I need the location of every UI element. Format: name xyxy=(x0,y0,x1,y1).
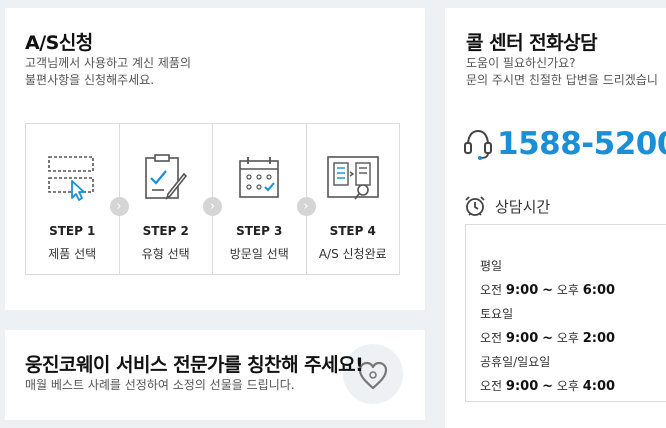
praise-description: 매월 베스트 사례를 선정하여 소정의 선물을 드립니다. xyxy=(25,378,295,392)
alarm-clock-icon xyxy=(465,196,485,216)
step-number: STEP 4 xyxy=(329,224,376,238)
chevron-right-icon: › xyxy=(296,197,316,216)
step-number: STEP 2 xyxy=(142,224,189,238)
call-title: 콜 센터 전화상담 xyxy=(466,32,598,54)
as-request-card: A/S신청 고객님께서 사용하고 계신 제품의 불편사항을 신청해주세요. ST… xyxy=(5,8,425,310)
step-label: 제품 선택 xyxy=(48,247,97,261)
hours-day: 토요일 xyxy=(480,307,514,321)
hours-box: 평일 오전 9:00 ~ 오후 6:00 토요일 오전 9:00 ~ 오후 2:… xyxy=(465,224,666,402)
hours-time: 오전 9:00 ~ 오후 2:00 xyxy=(480,331,616,346)
step-number: STEP 3 xyxy=(236,224,283,238)
step-label: 방문일 선택 xyxy=(229,247,289,261)
hours-header: 상담시간 xyxy=(463,194,550,218)
step-product-select[interactable]: STEP 1 제품 선택 › xyxy=(26,124,129,274)
praise-title: 웅진코웨이 서비스 전문가를 칭찬해 주세요! xyxy=(25,354,364,376)
step-type-select[interactable]: STEP 2 유형 선택 › xyxy=(120,124,222,274)
clipboard-check-icon xyxy=(144,154,187,200)
as-description-line1: 고객님께서 사용하고 계신 제품의 xyxy=(25,56,192,70)
step-number: STEP 1 xyxy=(49,224,96,238)
hours-day: 공휴일/일요일 xyxy=(480,355,551,369)
step-label: A/S 신청완료 xyxy=(318,247,387,261)
call-description-line2: 문의 주시면 친절한 답변을 드리겠습니 xyxy=(466,73,658,87)
product-select-icon xyxy=(48,156,95,201)
hours-time: 오전 9:00 ~ 오후 6:00 xyxy=(480,283,616,298)
hours-time: 오전 9:00 ~ 오후 4:00 xyxy=(480,379,616,394)
document-search-icon xyxy=(326,156,379,200)
headset-icon xyxy=(464,129,492,160)
as-title: A/S신청 xyxy=(25,32,93,54)
step-visit-date[interactable]: STEP 3 방문일 선택 › xyxy=(213,124,316,274)
hours-day: 평일 xyxy=(480,259,503,273)
chevron-right-icon: › xyxy=(109,197,129,216)
phone-number[interactable]: 1588-5200 xyxy=(497,126,666,162)
call-center-card: 콜 센터 전화상담 도움이 필요하신가요? 문의 주시면 친절한 답변을 드리겠… xyxy=(445,8,666,428)
chevron-right-icon: › xyxy=(203,197,222,216)
calendar-icon xyxy=(239,157,280,198)
as-steps: STEP 1 제품 선택 › STEP 2 유형 선택 › STEP 3 방문일… xyxy=(25,123,400,275)
step-label: 유형 선택 xyxy=(141,247,190,261)
hours-label: 상담시간 xyxy=(495,197,551,216)
phone-number-row[interactable]: 1588-5200 xyxy=(463,126,666,162)
as-description-line2: 불편사항을 신청해주세요. xyxy=(25,73,155,87)
call-description-line1: 도움이 필요하신가요? xyxy=(466,56,576,70)
step-as-complete[interactable]: STEP 4 A/S 신청완료 xyxy=(307,124,400,274)
